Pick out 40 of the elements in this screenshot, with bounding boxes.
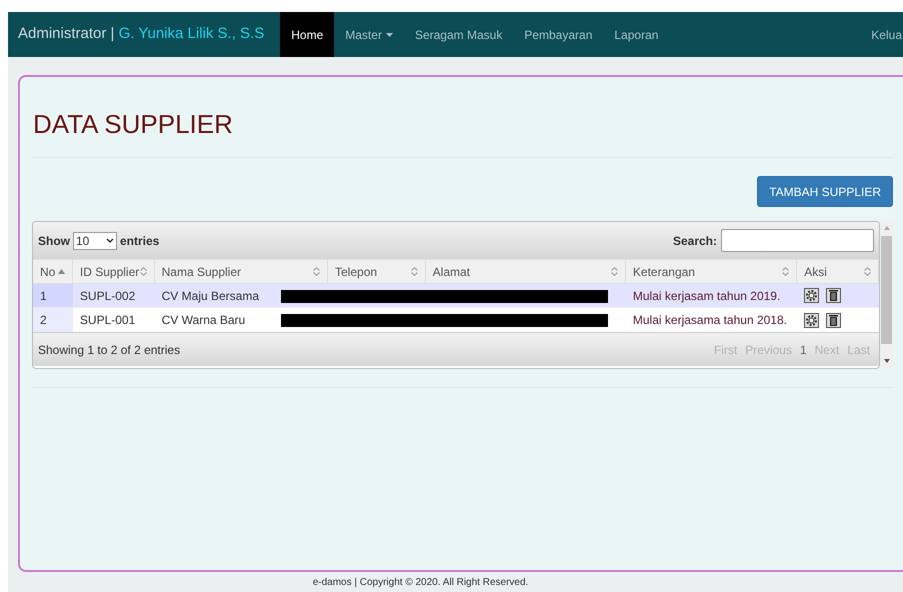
brand-title: Administrator | bbox=[18, 24, 114, 44]
nav-item[interactable]: Master bbox=[334, 12, 404, 57]
search-field[interactable] bbox=[721, 229, 874, 252]
nav-item[interactable]: Seragam Masuk bbox=[404, 12, 514, 57]
column-header[interactable]: No bbox=[33, 260, 73, 283]
add-supplier-button[interactable]: TAMBAH SUPPLIER bbox=[757, 176, 893, 207]
nav-item[interactable]: Home bbox=[280, 12, 334, 57]
trash-icon[interactable] bbox=[826, 288, 842, 303]
table-info: Showing 1 to 2 of 2 entries bbox=[38, 342, 180, 358]
column-header[interactable]: ID Supplier bbox=[72, 260, 155, 283]
column-header[interactable]: Aksi bbox=[797, 260, 880, 283]
table-cell: 1 bbox=[33, 284, 73, 307]
chevron-down-icon bbox=[106, 238, 114, 243]
nav-link[interactable]: Kelua bbox=[871, 12, 903, 57]
show-label: Show bbox=[38, 232, 70, 250]
table-cell-text: Mulai kerjasam tahun 2019. bbox=[632, 288, 782, 304]
column-header[interactable]: Alamat bbox=[426, 260, 626, 283]
table-cell: 2 bbox=[33, 308, 73, 332]
gear-icon[interactable] bbox=[804, 288, 820, 303]
trash-icon[interactable] bbox=[826, 312, 842, 328]
user-name: G. Yunika Lilik S., S.S bbox=[118, 24, 264, 44]
table-cell-text: CV Warna Baru bbox=[160, 312, 246, 329]
table-cell-text: Mulai kerjasama tahun 2018. bbox=[632, 312, 788, 329]
scroll-down-icon[interactable] bbox=[884, 359, 890, 363]
gear-icon[interactable] bbox=[804, 312, 820, 328]
column-header[interactable]: Nama Supplier bbox=[154, 260, 328, 283]
page-title: DATA SUPPLIER bbox=[33, 109, 234, 139]
pagination-button[interactable]: 1 bbox=[796, 338, 811, 360]
nav-item[interactable]: Laporan bbox=[603, 12, 670, 57]
nav-item[interactable]: Pembayaran bbox=[513, 12, 604, 57]
entries-select[interactable]: 10 bbox=[73, 232, 117, 250]
scrollbar-thumb[interactable] bbox=[881, 236, 892, 344]
table-cell-text: SUPL-001 bbox=[78, 312, 136, 329]
column-header[interactable]: Keterangan bbox=[626, 260, 798, 283]
search-label: Search: bbox=[672, 232, 718, 250]
table-cell-text: SUPL-002 bbox=[78, 288, 136, 304]
column-header[interactable]: Telepon bbox=[328, 260, 426, 283]
table-cell-text: CV Maju Bersama bbox=[160, 288, 260, 304]
entries-label: entries bbox=[120, 232, 160, 250]
footer-text: e-damos | Copyright © 2020. All Right Reserved. bbox=[312, 577, 528, 589]
